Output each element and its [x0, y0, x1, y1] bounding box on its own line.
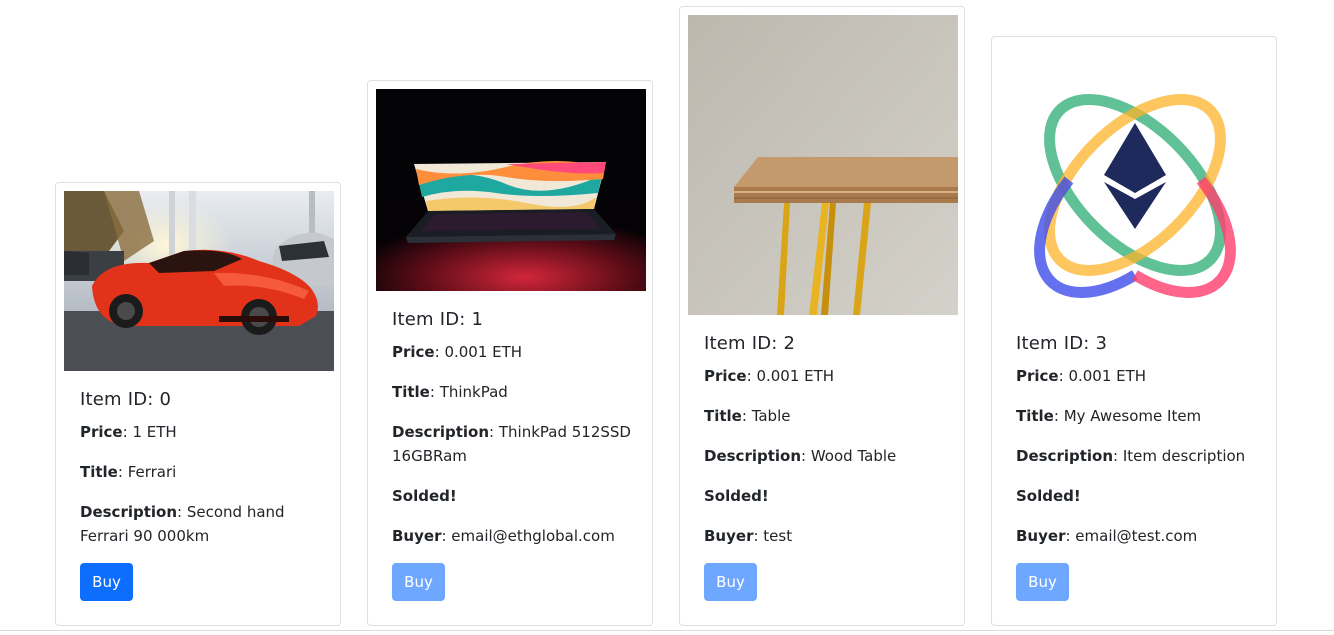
buyer-label: Buyer: [392, 527, 442, 545]
buyer-label: Buyer: [1016, 527, 1066, 545]
item-card-0: Item ID: 0 Price: 1 ETH Title: Ferrari D…: [55, 182, 341, 626]
price-line: Price: 0.001 ETH: [392, 343, 523, 361]
title-label: Title: [1016, 407, 1054, 425]
title-value: Ferrari: [127, 463, 177, 481]
buyer-label: Buyer: [704, 527, 754, 545]
ethereum-logo-image: [1000, 45, 1270, 325]
description-line: Description: Second hand Ferrari 90 000k…: [80, 503, 285, 545]
title-value: ThinkPad: [439, 383, 508, 401]
description-line: Description: Wood Table: [704, 447, 897, 465]
description-label: Description: [392, 423, 490, 441]
buyer-value: email@test.com: [1075, 527, 1198, 545]
price-value: 0.001 ETH: [1068, 367, 1147, 385]
price-label: Price: [1016, 367, 1059, 385]
description-value: Wood Table: [810, 447, 897, 465]
price-line: Price: 0.001 ETH: [1016, 367, 1147, 385]
buy-button[interactable]: Buy: [704, 563, 757, 601]
laptop-image: [376, 89, 646, 291]
buyer-line: Buyer: test: [704, 527, 793, 545]
item-id: Item ID: 0: [80, 389, 172, 410]
price-label: Price: [704, 367, 747, 385]
buy-button[interactable]: Buy: [80, 563, 133, 601]
description-line: Description: Item description: [1016, 447, 1246, 465]
price-label: Price: [392, 343, 435, 361]
title-line: Title: ThinkPad: [392, 383, 508, 401]
buyer-value: email@ethglobal.com: [451, 527, 615, 545]
title-line: Title: Ferrari: [80, 463, 177, 481]
price-line: Price: 0.001 ETH: [704, 367, 835, 385]
sold-status: Solded!: [392, 487, 457, 505]
description-label: Description: [1016, 447, 1114, 465]
title-line: Title: Table: [704, 407, 791, 425]
title-line: Title: My Awesome Item: [1016, 407, 1202, 425]
title-label: Title: [704, 407, 742, 425]
buy-button[interactable]: Buy: [392, 563, 445, 601]
title-label: Title: [392, 383, 430, 401]
price-value: 1 ETH: [132, 423, 177, 441]
buyer-line: Buyer: email@test.com: [1016, 527, 1198, 545]
title-value: My Awesome Item: [1063, 407, 1202, 425]
price-value: 0.001 ETH: [444, 343, 523, 361]
page-divider: [0, 630, 1334, 631]
title-label: Title: [80, 463, 118, 481]
ethereum-logo-icon: [1034, 94, 1236, 298]
price-label: Price: [80, 423, 123, 441]
buy-button[interactable]: Buy: [1016, 563, 1069, 601]
description-value: Item description: [1122, 447, 1246, 465]
buyer-line: Buyer: email@ethglobal.com: [392, 527, 615, 545]
price-line: Price: 1 ETH: [80, 423, 177, 441]
description-label: Description: [80, 503, 178, 521]
price-value: 0.001 ETH: [756, 367, 835, 385]
item-card-2: Item ID: 2 Price: 0.001 ETH Title: Table…: [679, 6, 965, 626]
item-card-3: Item ID: 3 Price: 0.001 ETH Title: My Aw…: [991, 36, 1277, 626]
car-image: [64, 191, 334, 371]
description-line: Description: ThinkPad 512SSD 16GBRam: [392, 423, 631, 465]
table-image: [688, 15, 958, 315]
title-value: Table: [751, 407, 791, 425]
buyer-value: test: [763, 527, 793, 545]
sold-status: Solded!: [704, 487, 769, 505]
item-id: Item ID: 1: [392, 309, 484, 330]
item-id: Item ID: 3: [1016, 333, 1108, 354]
item-card-1: Item ID: 1 Price: 0.001 ETH Title: Think…: [367, 80, 653, 626]
item-id: Item ID: 2: [704, 333, 796, 354]
description-label: Description: [704, 447, 802, 465]
sold-status: Solded!: [1016, 487, 1081, 505]
